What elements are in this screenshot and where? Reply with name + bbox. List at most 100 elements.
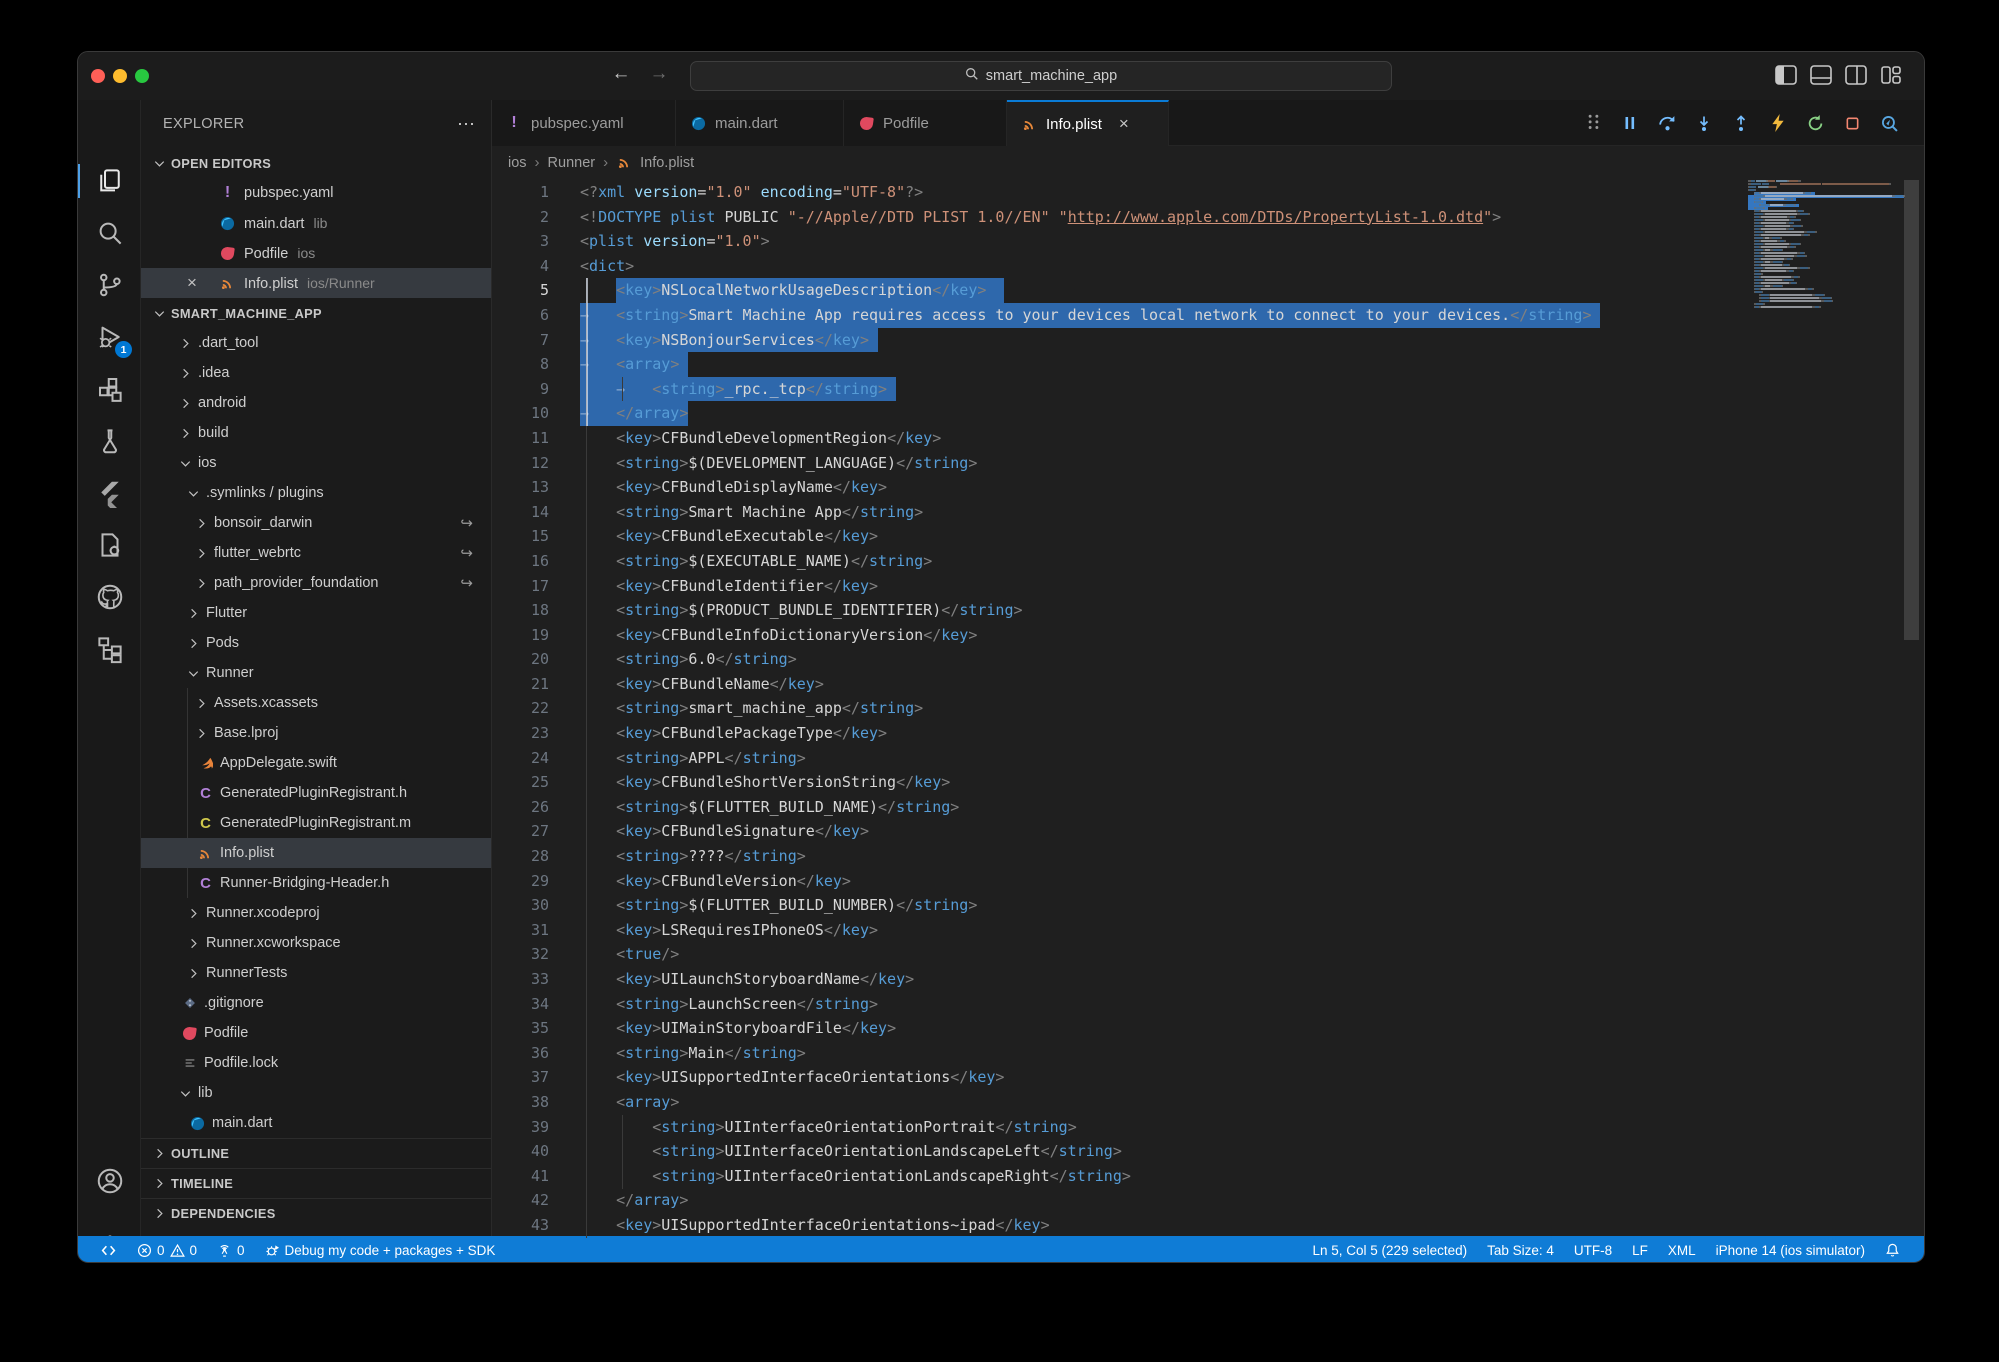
- status-encoding[interactable]: UTF-8: [1566, 1236, 1620, 1263]
- tree-item-runner[interactable]: Runner: [141, 658, 491, 688]
- stop-button[interactable]: [1841, 112, 1863, 134]
- tree-item-podfile[interactable]: Podfile: [141, 1018, 491, 1048]
- tree-item--symlinks-plugins[interactable]: .symlinks / plugins: [141, 478, 491, 508]
- activity-run-and-debug-icon[interactable]: 1: [78, 314, 141, 360]
- status-text: 0: [157, 1243, 165, 1258]
- tree-item-build[interactable]: build: [141, 418, 491, 448]
- close-editor-icon[interactable]: ×: [187, 273, 197, 293]
- toggle-panel-icon[interactable]: [1810, 65, 1832, 85]
- close-tab-icon[interactable]: ×: [1119, 114, 1129, 134]
- tab-main-dart[interactable]: main.dart: [676, 100, 844, 146]
- tree-item--idea[interactable]: .idea: [141, 358, 491, 388]
- code-content[interactable]: <?xml version="1.0" encoding="UTF-8"?><!…: [580, 180, 1734, 1238]
- tree-item-runner-xcodeproj[interactable]: Runner.xcodeproj: [141, 898, 491, 928]
- section-outline[interactable]: OUTLINE: [141, 1138, 491, 1168]
- tab-pubspec-yaml[interactable]: !pubspec.yaml: [492, 100, 676, 146]
- command-center-search[interactable]: smart_machine_app: [690, 61, 1392, 91]
- chevron-right-icon: [177, 335, 193, 351]
- breadcrumb[interactable]: ios›Runner›Info.plist: [508, 146, 694, 179]
- section-timeline[interactable]: TIMELINE: [141, 1168, 491, 1198]
- pause-button[interactable]: [1619, 112, 1641, 134]
- section-open-editors[interactable]: OPEN EDITORS: [141, 148, 491, 178]
- tree-item-flutter[interactable]: Flutter: [141, 598, 491, 628]
- status-notifications[interactable]: [1877, 1236, 1908, 1263]
- activity-flutter-icon[interactable]: [78, 470, 141, 516]
- tree-item--dart-tool[interactable]: .dart_tool: [141, 328, 491, 358]
- tree-item-main-dart[interactable]: main.dartlib: [141, 208, 491, 238]
- status-language-mode[interactable]: XML: [1660, 1236, 1704, 1263]
- activity-source-control-icon[interactable]: [78, 262, 141, 308]
- customize-layout-icon[interactable]: [1880, 65, 1902, 85]
- breadcrumb-item-ios[interactable]: ios: [508, 155, 527, 171]
- tree-item-info-plist[interactable]: ×Info.plistios/Runner: [141, 268, 491, 298]
- line-number: 1: [492, 180, 580, 205]
- tree-item-info-plist[interactable]: Info.plist: [141, 838, 491, 868]
- status-problems[interactable]: 00: [129, 1236, 205, 1263]
- breadcrumb-item-runner[interactable]: Runner: [548, 155, 596, 171]
- activity-hierarchy-icon[interactable]: [78, 626, 141, 672]
- badge: 1: [115, 341, 132, 358]
- tree-item--gitignore[interactable]: .gitignore: [141, 988, 491, 1018]
- activity-account-icon[interactable]: [78, 1158, 141, 1204]
- toggle-sidebar-left-icon[interactable]: [1775, 65, 1797, 85]
- status-debug-config[interactable]: Debug my code + packages + SDK: [257, 1236, 504, 1263]
- step-out-button[interactable]: [1730, 112, 1752, 134]
- restart-button[interactable]: [1804, 112, 1826, 134]
- tree-item-lib[interactable]: lib: [141, 1078, 491, 1108]
- tree-item-pods[interactable]: Pods: [141, 628, 491, 658]
- tree-item-appdelegate-swift[interactable]: AppDelegate.swift: [141, 748, 491, 778]
- tree-item-flutter-webrtc[interactable]: flutter_webrtc↪: [141, 538, 491, 568]
- tree-item-runner-bridging-header-h[interactable]: CRunner-Bridging-Header.h: [141, 868, 491, 898]
- tree-item-base-lproj[interactable]: Base.lproj: [141, 718, 491, 748]
- editor-scrollbar[interactable]: [1904, 180, 1919, 640]
- activity-explorer-icon[interactable]: [78, 158, 141, 204]
- item-label: GeneratedPluginRegistrant.m: [220, 815, 411, 831]
- tree-item-podfile[interactable]: Podfileios: [141, 238, 491, 268]
- tree-item-main-dart[interactable]: main.dart: [141, 1108, 491, 1138]
- status-eol[interactable]: LF: [1624, 1236, 1656, 1263]
- close-window-button[interactable]: [91, 69, 105, 83]
- hot-reload-button[interactable]: [1767, 112, 1789, 134]
- activity-project-file-settings-icon[interactable]: [78, 522, 141, 568]
- tree-item-assets-xcassets[interactable]: Assets.xcassets: [141, 688, 491, 718]
- more-actions-icon[interactable]: ⋯: [457, 114, 475, 135]
- navigate-back-button[interactable]: ←: [608, 63, 634, 85]
- tree-item-android[interactable]: android: [141, 388, 491, 418]
- status-tab-size[interactable]: Tab Size: 4: [1479, 1236, 1562, 1263]
- tree-item-runner-xcworkspace[interactable]: Runner.xcworkspace: [141, 928, 491, 958]
- step-over-button[interactable]: [1656, 112, 1678, 134]
- minimize-window-button[interactable]: [113, 69, 127, 83]
- activity-search-icon[interactable]: [78, 210, 141, 256]
- tab-info-plist[interactable]: Info.plist×: [1007, 100, 1169, 146]
- grip-button[interactable]: [1582, 112, 1604, 134]
- widget-inspector-button[interactable]: [1878, 112, 1900, 134]
- status-device[interactable]: iPhone 14 (ios simulator): [1708, 1236, 1873, 1263]
- tree-item-ios[interactable]: ios: [141, 448, 491, 478]
- tree-item-generatedpluginregistrant-m[interactable]: CGeneratedPluginRegistrant.m: [141, 808, 491, 838]
- activity-extensions-icon[interactable]: [78, 366, 141, 412]
- item-label: Podfile.lock: [204, 1055, 278, 1071]
- navigate-forward-button[interactable]: →: [646, 63, 672, 85]
- breadcrumb-item-info.plist[interactable]: Info.plist: [640, 155, 694, 171]
- tree-item-pubspec-yaml[interactable]: !pubspec.yaml: [141, 178, 491, 208]
- step-into-button[interactable]: [1693, 112, 1715, 134]
- tree-item-path-provider-foundation[interactable]: path_provider_foundation↪: [141, 568, 491, 598]
- activity-testing-icon[interactable]: [78, 418, 141, 464]
- status-ports[interactable]: 0: [209, 1236, 253, 1263]
- maximize-window-button[interactable]: [135, 69, 149, 83]
- toggle-sidebar-right-icon[interactable]: [1845, 65, 1867, 85]
- code-line-11: <key>CFBundleDevelopmentRegion</key>: [580, 426, 1734, 451]
- tree-item-podfile-lock[interactable]: Podfile.lock: [141, 1048, 491, 1078]
- activity-github-icon[interactable]: [78, 574, 141, 620]
- tree-item-bonsoir-darwin[interactable]: bonsoir_darwin↪: [141, 508, 491, 538]
- section-smart-machine-app[interactable]: SMART_MACHINE_APP: [141, 298, 491, 328]
- chevron-right-icon: [151, 1146, 167, 1162]
- tree-item-runnertests[interactable]: RunnerTests: [141, 958, 491, 988]
- tab-podfile[interactable]: Podfile: [844, 100, 1007, 146]
- tree-item-generatedpluginregistrant-h[interactable]: CGeneratedPluginRegistrant.h: [141, 778, 491, 808]
- minimap[interactable]: [1748, 180, 1904, 309]
- status-cursor-position[interactable]: Ln 5, Col 5 (229 selected): [1305, 1236, 1476, 1263]
- title-bar[interactable]: ← → smart_machine_app: [78, 52, 1924, 100]
- section-dependencies[interactable]: DEPENDENCIES: [141, 1198, 491, 1228]
- status-remote[interactable]: [92, 1236, 125, 1263]
